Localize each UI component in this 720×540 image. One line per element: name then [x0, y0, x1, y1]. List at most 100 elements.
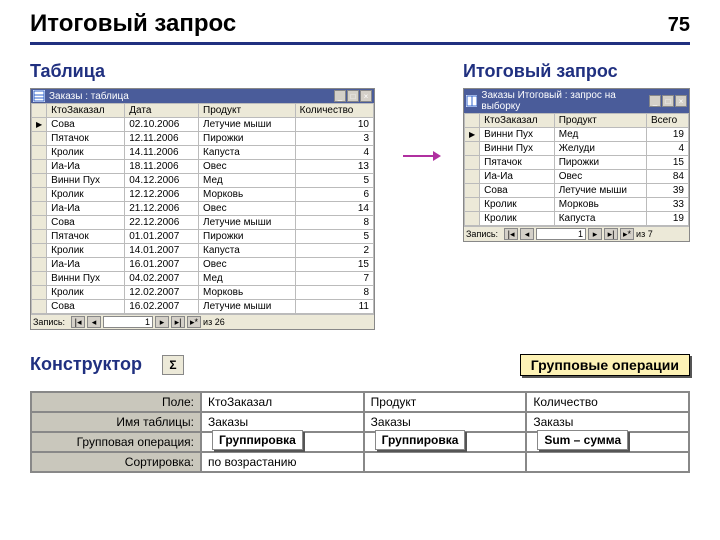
cell [465, 212, 480, 226]
cell: Иа-Иа [47, 160, 125, 174]
cell [32, 160, 47, 174]
nav-next-icon[interactable]: ▸ [155, 316, 169, 328]
cell [32, 188, 47, 202]
cell [465, 184, 480, 198]
nav-prev-icon[interactable]: ◂ [87, 316, 101, 328]
cell: Мед [554, 128, 646, 142]
cell: Кролик [47, 286, 125, 300]
design-label: Сортировка: [31, 452, 201, 472]
nav-new-icon[interactable]: ▸* [187, 316, 201, 328]
minimize-icon[interactable]: _ [649, 95, 661, 107]
close-icon[interactable]: × [360, 90, 372, 102]
cell: 16.01.2007 [125, 258, 199, 272]
cell: 2 [295, 244, 373, 258]
cell [465, 156, 480, 170]
cell: 10 [295, 118, 373, 132]
cell: 15 [295, 258, 373, 272]
design-cell: по возрастанию [201, 452, 364, 472]
cell: 19 [646, 212, 688, 226]
arrow-icon [403, 155, 435, 157]
cell: Морковь [554, 198, 646, 212]
cell: 4 [646, 142, 688, 156]
cell: Винни Пух [480, 128, 555, 142]
cell: ▶ [465, 128, 480, 142]
cell: 11 [295, 300, 373, 314]
nav-next-icon[interactable]: ▸ [588, 228, 602, 240]
cell: Летучие мыши [199, 118, 296, 132]
cell: Пятачок [47, 230, 125, 244]
nav-last-icon[interactable]: ▸| [171, 316, 185, 328]
data-table-right: КтоЗаказалПродуктВсего▶Винни ПухМед19Вин… [464, 113, 689, 226]
data-table-left: КтоЗаказалДатаПродуктКоличество▶Сова02.1… [31, 103, 374, 314]
cell: Иа-Иа [480, 170, 555, 184]
cell: 21.12.2006 [125, 202, 199, 216]
record-pos[interactable] [103, 316, 153, 328]
design-cell [526, 452, 689, 472]
cell: 84 [646, 170, 688, 184]
cell: 18.11.2006 [125, 160, 199, 174]
record-pos[interactable] [536, 228, 586, 240]
cell: Пятачок [480, 156, 555, 170]
cell: Винни Пух [47, 174, 125, 188]
section-designer: Конструктор [30, 354, 142, 375]
cell: Винни Пух [480, 142, 555, 156]
cell: 02.10.2006 [125, 118, 199, 132]
callout-group-ops: Групповые операции [520, 354, 690, 376]
cell [32, 286, 47, 300]
cell: Мед [199, 272, 296, 286]
cell: Овес [199, 258, 296, 272]
cell: Кролик [480, 198, 555, 212]
callout-sum: Sum – сумма [537, 430, 628, 450]
close-icon[interactable]: × [675, 95, 687, 107]
cell: Винни Пух [47, 272, 125, 286]
summary-window: Заказы Итоговый : запрос на выборку _ □ … [463, 88, 690, 242]
cell [32, 132, 47, 146]
cell: 5 [295, 230, 373, 244]
window-title: Заказы Итоговый : запрос на выборку [481, 90, 649, 112]
nav-new-icon[interactable]: ▸* [620, 228, 634, 240]
minimize-icon[interactable]: _ [334, 90, 346, 102]
datasheet-icon [33, 90, 45, 102]
col-header [465, 114, 480, 128]
design-label: Поле: [31, 392, 201, 412]
nav-first-icon[interactable]: |◂ [504, 228, 518, 240]
nav-first-icon[interactable]: |◂ [71, 316, 85, 328]
record-navigator: Запись: |◂ ◂ ▸ ▸| ▸* из 26 [31, 314, 374, 329]
cell: Иа-Иа [47, 202, 125, 216]
design-cell: Группировка [201, 432, 364, 452]
cell [32, 258, 47, 272]
cell: Сова [47, 118, 125, 132]
nav-prev-icon[interactable]: ◂ [520, 228, 534, 240]
callout-grouping2: Группировка [375, 430, 466, 450]
cell: 14.11.2006 [125, 146, 199, 160]
cell [32, 244, 47, 258]
design-label: Групповая операция: [31, 432, 201, 452]
design-cell: Заказы [201, 412, 364, 432]
cell: Кролик [47, 146, 125, 160]
cell: Иа-Иа [47, 258, 125, 272]
design-cell: Заказы [526, 412, 689, 432]
cell: Пирожки [199, 132, 296, 146]
cell: 7 [295, 272, 373, 286]
design-cell: Sum – сумма [526, 432, 689, 452]
cell: 01.01.2007 [125, 230, 199, 244]
cell: 8 [295, 216, 373, 230]
maximize-icon[interactable]: □ [662, 95, 674, 107]
col-header: Продукт [199, 104, 296, 118]
cell: Летучие мыши [554, 184, 646, 198]
cell [32, 174, 47, 188]
maximize-icon[interactable]: □ [347, 90, 359, 102]
col-header [32, 104, 47, 118]
nav-last-icon[interactable]: ▸| [604, 228, 618, 240]
cell: 16.02.2007 [125, 300, 199, 314]
sigma-button[interactable]: Σ [162, 355, 184, 375]
cell [32, 216, 47, 230]
query-icon [466, 95, 477, 107]
cell: Мед [199, 174, 296, 188]
design-cell: Заказы [364, 412, 527, 432]
record-navigator: Запись: |◂ ◂ ▸ ▸| ▸* из 7 [464, 226, 689, 241]
cell: 3 [295, 132, 373, 146]
design-cell: Группировка [364, 432, 527, 452]
cell: Пирожки [554, 156, 646, 170]
cell: Овес [199, 202, 296, 216]
